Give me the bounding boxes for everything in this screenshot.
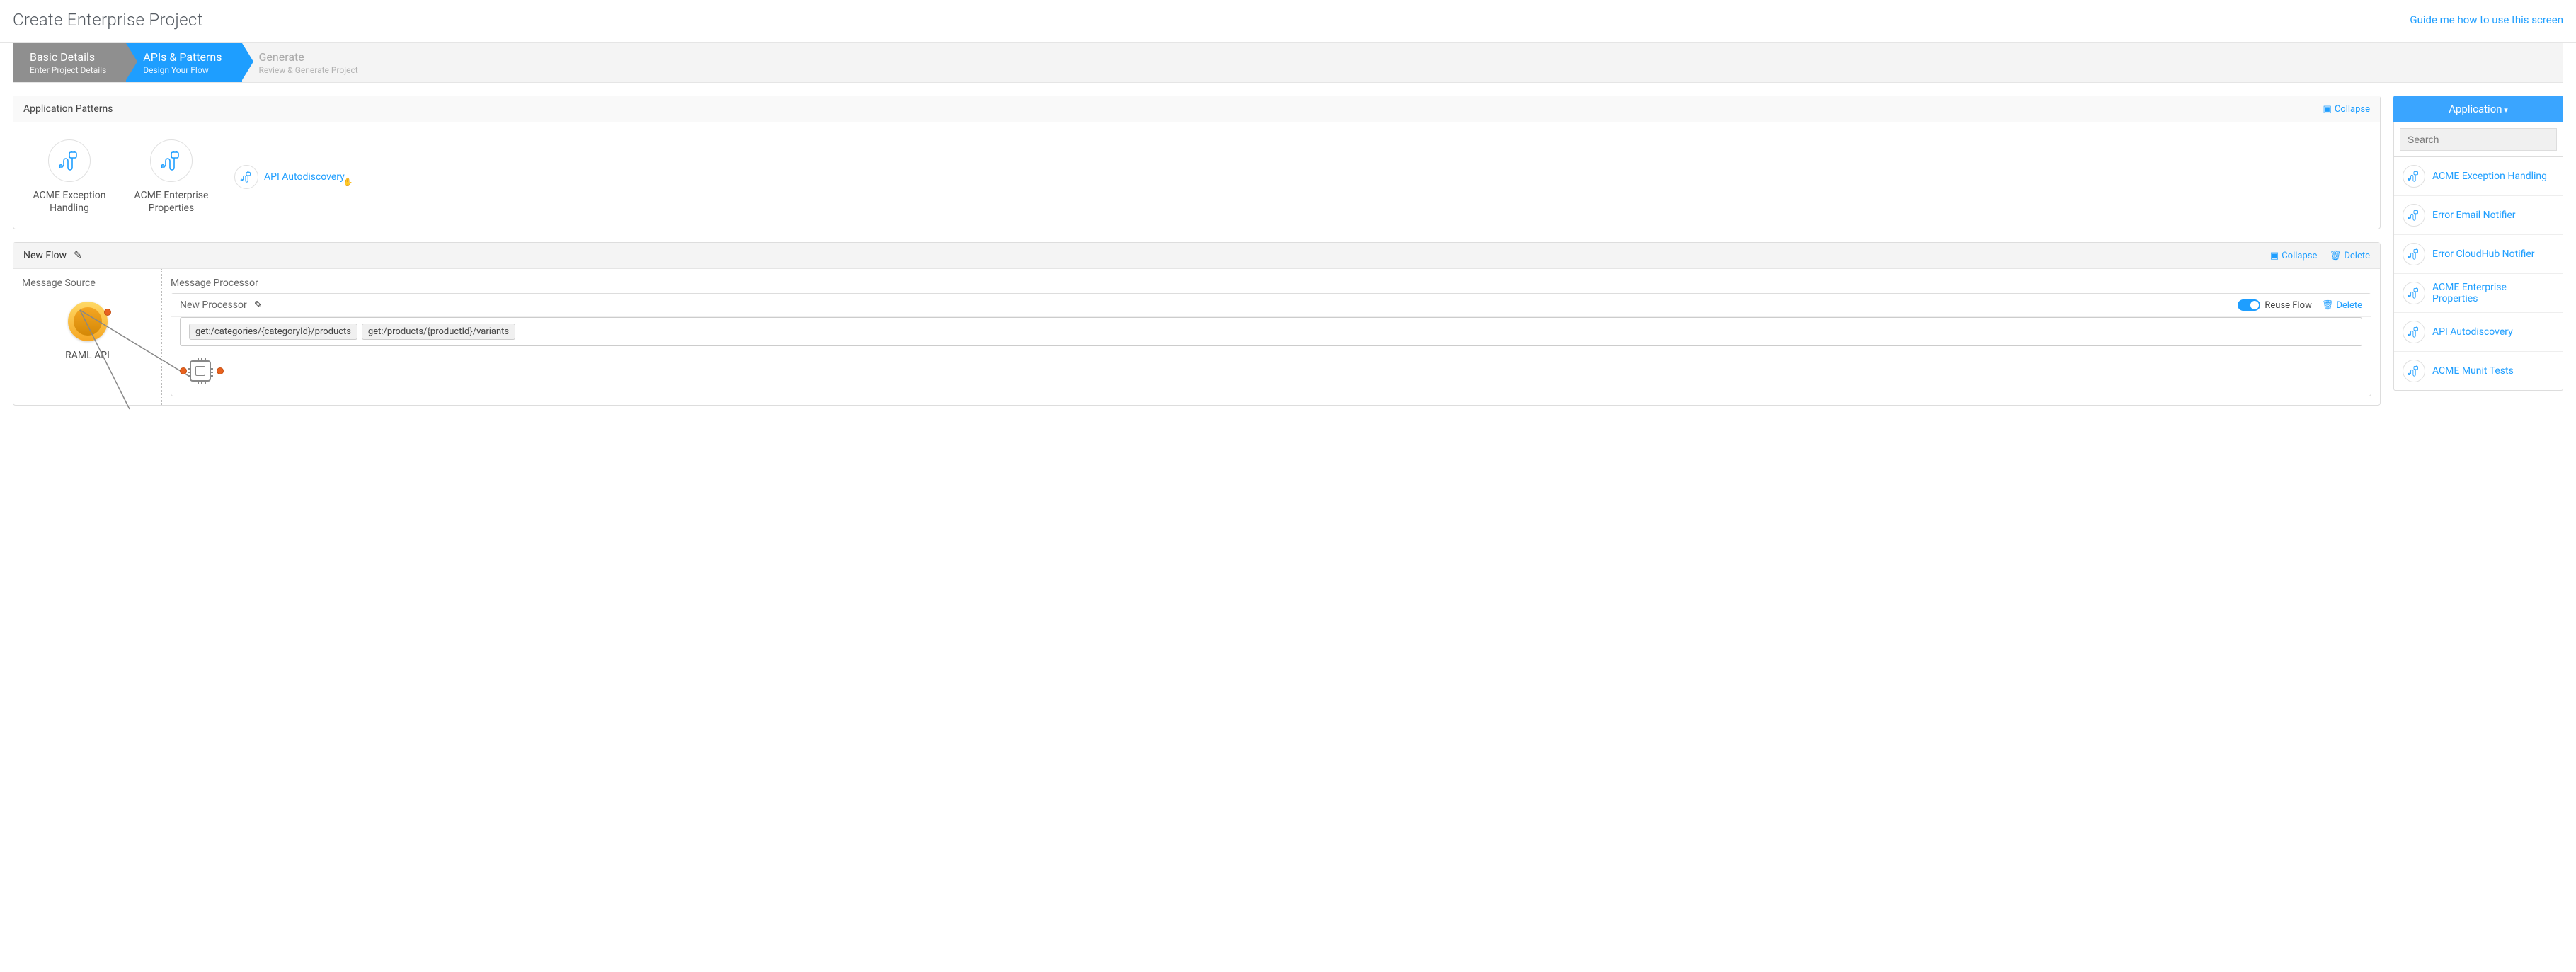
step-title: Generate: [259, 50, 358, 64]
raml-api-node[interactable]: RAML API: [22, 302, 153, 361]
chip-icon: [184, 355, 217, 387]
delete-button[interactable]: 🗑Delete: [2322, 300, 2362, 311]
plug-icon: [2403, 321, 2425, 343]
pattern-label: ACME Exception Handling: [30, 189, 108, 215]
message-processor-title: Message Processor: [171, 278, 2371, 289]
sidebar-item-label: ACME Exception Handling: [2432, 171, 2547, 182]
plug-icon: [234, 165, 258, 189]
collapse-button[interactable]: ▣Collapse: [2270, 251, 2317, 261]
message-source-title: Message Source: [22, 278, 153, 289]
collapse-icon: ▣: [2323, 104, 2332, 115]
collapse-button[interactable]: ▣Collapse: [2323, 104, 2370, 115]
sidebar-item[interactable]: ACME Enterprise Properties: [2394, 273, 2563, 312]
sidebar-item[interactable]: ACME Munit Tests: [2394, 351, 2563, 390]
connection-dot: [217, 367, 224, 374]
edit-icon[interactable]: ✎: [74, 250, 82, 261]
wizard-steps: Basic Details Enter Project Details APIs…: [13, 43, 2563, 83]
sidebar-item[interactable]: API Autodiscovery: [2394, 312, 2563, 351]
toggle-switch-icon: [2238, 299, 2260, 311]
pattern-add-api-autodiscovery[interactable]: API Autodiscovery ✋: [234, 165, 353, 189]
sidebar-item-label: API Autodiscovery: [2432, 326, 2513, 338]
processor-node[interactable]: [184, 355, 2362, 387]
pattern-label: ACME Enterprise Properties: [132, 189, 210, 215]
endpoint-tag[interactable]: get:/categories/{categoryId}/products: [189, 324, 357, 340]
sidebar-item[interactable]: Error CloudHub Notifier: [2394, 234, 2563, 273]
plug-icon: [2403, 360, 2425, 382]
sidebar-dropdown[interactable]: Application: [2393, 96, 2563, 122]
panel-title: Application Patterns: [23, 103, 113, 115]
connection-dot: [104, 309, 111, 316]
trash-icon: 🗑: [2330, 251, 2342, 261]
endpoint-tag[interactable]: get:/products/{productId}/variants: [362, 324, 515, 340]
sidebar-item-label: ACME Enterprise Properties: [2432, 282, 2554, 304]
plug-icon: [2403, 282, 2425, 304]
flow-title: New Flow: [23, 250, 67, 261]
sidebar: Application ACME Exception Handling Erro…: [2393, 96, 2563, 391]
sidebar-item-label: ACME Munit Tests: [2432, 365, 2514, 377]
step-subtitle: Enter Project Details: [30, 65, 106, 75]
sidebar-item[interactable]: Error Email Notifier: [2394, 195, 2563, 234]
collapse-icon: ▣: [2270, 251, 2279, 261]
reuse-flow-toggle[interactable]: Reuse Flow: [2238, 299, 2311, 311]
raml-icon: [68, 302, 108, 341]
step-title: Basic Details: [30, 50, 106, 64]
step-title: APIs & Patterns: [143, 50, 222, 64]
plug-icon: [150, 139, 193, 182]
delete-button[interactable]: 🗑Delete: [2330, 251, 2370, 261]
plug-icon: [2403, 165, 2425, 188]
toggle-label: Reuse Flow: [2265, 300, 2311, 311]
guide-link[interactable]: Guide me how to use this screen: [2410, 13, 2563, 26]
wizard-step-generate[interactable]: Generate Review & Generate Project: [242, 43, 378, 82]
pattern-item-acme-exception[interactable]: ACME Exception Handling: [30, 139, 108, 215]
sidebar-item-label: Error CloudHub Notifier: [2432, 248, 2535, 260]
page-title: Create Enterprise Project: [13, 10, 203, 30]
search-input[interactable]: [2400, 128, 2557, 151]
processor-panel: New Processor ✎ Reuse Flow 🗑Delete: [171, 293, 2371, 396]
processor-title: New Processor: [180, 299, 247, 311]
source-label: RAML API: [22, 350, 153, 361]
cursor-icon: ✋: [343, 178, 353, 187]
trash-icon: 🗑: [2322, 300, 2334, 311]
plug-icon: [48, 139, 91, 182]
plug-icon: [2403, 204, 2425, 227]
step-subtitle: Review & Generate Project: [259, 65, 358, 75]
sidebar-item-label: Error Email Notifier: [2432, 210, 2516, 221]
application-patterns-panel: Application Patterns ▣Collapse ACME Exce…: [13, 96, 2381, 229]
pattern-inline-label: API Autodiscovery: [264, 171, 345, 183]
endpoint-tags-input[interactable]: get:/categories/{categoryId}/products ge…: [180, 317, 2362, 346]
step-subtitle: Design Your Flow: [143, 65, 222, 75]
wizard-step-basic-details[interactable]: Basic Details Enter Project Details: [13, 43, 126, 82]
plug-icon: [2403, 243, 2425, 265]
flow-panel: New Flow ✎ ▣Collapse 🗑Delete Message Sou…: [13, 242, 2381, 406]
wizard-step-apis-patterns[interactable]: APIs & Patterns Design Your Flow: [126, 43, 241, 82]
edit-icon[interactable]: ✎: [254, 299, 263, 311]
pattern-item-acme-enterprise[interactable]: ACME Enterprise Properties: [132, 139, 210, 215]
sidebar-item[interactable]: ACME Exception Handling: [2394, 157, 2563, 195]
